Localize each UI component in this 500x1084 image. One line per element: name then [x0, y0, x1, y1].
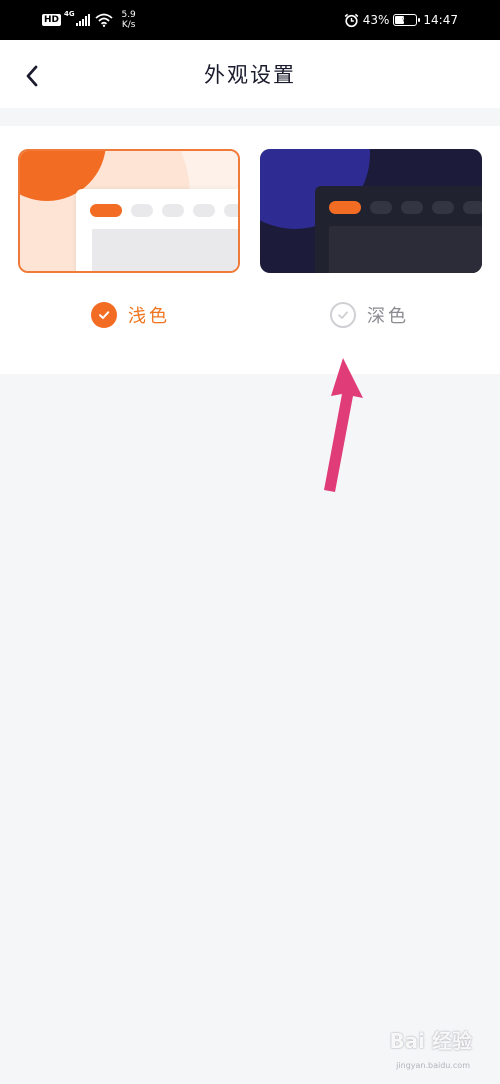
power-saving-leaf-icon: ❦: [402, 15, 409, 25]
preview-tab: [162, 204, 184, 217]
check-circle-outline-icon: [330, 302, 356, 328]
status-bar: HD 4G 5.9 K/s 43% ❦ 14:47: [0, 0, 500, 40]
hd-icon: HD: [42, 14, 62, 26]
preview-tab: [401, 201, 423, 214]
annotation-arrow-icon: [324, 358, 363, 492]
light-theme-option[interactable]: 浅色: [91, 301, 170, 329]
battery-percent: 43%: [362, 13, 390, 27]
network-speed-unit: K/s: [121, 20, 136, 30]
page-title: 外观设置: [204, 63, 296, 87]
watermark-text: Bai 经验: [389, 1029, 472, 1053]
wifi-icon: [95, 13, 113, 27]
preview-tab: [193, 204, 215, 217]
light-theme-label: 浅色: [128, 306, 170, 327]
battery-icon: ❦: [393, 14, 421, 26]
preview-mock-content: [92, 229, 238, 271]
preview-tab: [463, 201, 482, 214]
preview-mock-tabs: [329, 201, 482, 214]
preview-tab: [131, 204, 153, 217]
clock: 14:47: [423, 13, 458, 27]
network-type: 4G: [64, 10, 75, 18]
network-speed: 5.9 K/s: [119, 10, 139, 30]
watermark-url: jingyan.baidu.com: [396, 1061, 470, 1070]
watermark-logo: Bai 经验: [389, 1025, 472, 1054]
preview-mock-window: [76, 189, 238, 271]
preview-mock-window: [315, 186, 482, 273]
status-bar-right: 43% ❦ 14:47: [344, 8, 458, 32]
signal-icon: [75, 14, 90, 26]
nav-bar: 外观设置: [0, 40, 500, 108]
alarm-icon: [344, 13, 359, 27]
dark-theme-label: 深色: [367, 306, 409, 327]
status-bar-left: HD 4G 5.9 K/s: [42, 8, 139, 32]
preview-mock-content: [329, 226, 482, 273]
preview-mock-tabs: [90, 204, 238, 217]
preview-tab-active: [329, 201, 361, 214]
preview-tab: [370, 201, 392, 214]
preview-tab: [224, 204, 238, 217]
network-speed-value: 5.9: [121, 10, 136, 20]
light-theme-preview[interactable]: [18, 149, 240, 273]
dark-theme-option[interactable]: 深色: [330, 301, 409, 329]
preview-tab-active: [90, 204, 122, 217]
theme-section: 浅色 深色: [0, 126, 500, 374]
dark-theme-preview[interactable]: [260, 149, 482, 273]
preview-tab: [432, 201, 454, 214]
check-circle-filled-icon: [91, 302, 117, 328]
